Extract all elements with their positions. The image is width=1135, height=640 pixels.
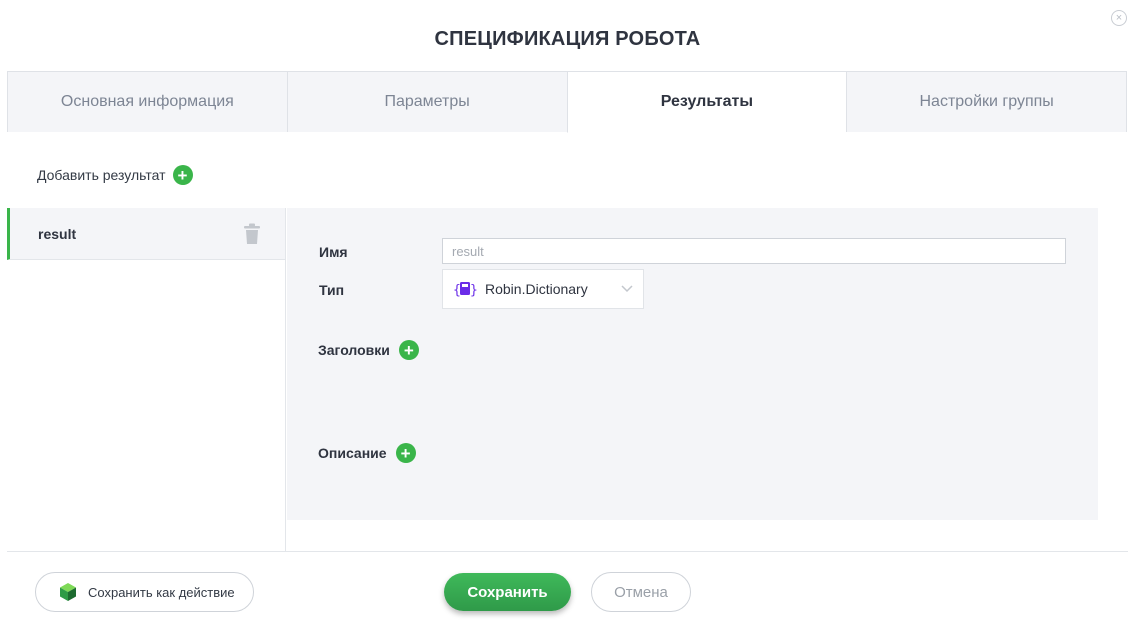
headers-label: Заголовки	[318, 342, 390, 358]
name-input[interactable]	[442, 238, 1066, 264]
plus-circle-icon[interactable]: +	[172, 165, 193, 185]
dictionary-icon: { }	[453, 282, 477, 298]
trash-icon[interactable]	[243, 223, 261, 245]
tab-bar: Основная информация Параметры Результаты…	[7, 71, 1127, 133]
svg-text:}: }	[470, 283, 477, 298]
headers-section: Заголовки +	[318, 340, 419, 360]
add-result-button[interactable]: Добавить результат +	[37, 165, 193, 185]
save-as-action-label: Сохранить как действие	[88, 584, 235, 600]
cancel-button[interactable]: Отмена	[591, 572, 691, 612]
result-detail-panel: Имя Тип { } Robin.Dictionary Заголовки +…	[287, 208, 1098, 520]
tab-group-settings[interactable]: Настройки группы	[846, 71, 1127, 132]
type-select[interactable]: { } Robin.Dictionary	[442, 269, 644, 309]
tab-parameters[interactable]: Параметры	[286, 71, 567, 132]
name-label: Имя	[319, 244, 348, 260]
close-icon[interactable]: ×	[1111, 10, 1127, 26]
results-list: result	[7, 208, 286, 551]
footer-divider	[7, 551, 1128, 552]
save-button[interactable]: Сохранить	[444, 573, 571, 611]
tab-main-info[interactable]: Основная информация	[7, 71, 287, 132]
add-result-label: Добавить результат	[37, 167, 166, 183]
save-as-action-button[interactable]: Сохранить как действие	[35, 572, 254, 612]
plus-circle-icon[interactable]: +	[395, 443, 416, 463]
result-item-label: result	[38, 225, 77, 242]
tab-results[interactable]: Результаты	[566, 71, 847, 133]
type-value: Robin.Dictionary	[485, 281, 588, 297]
chevron-down-icon	[621, 285, 633, 293]
dialog-title: СПЕЦИФИКАЦИЯ РОБОТА	[434, 28, 701, 50]
description-section: Описание +	[318, 443, 416, 463]
result-list-item[interactable]: result	[7, 208, 285, 260]
cube-icon	[60, 583, 76, 601]
description-label: Описание	[318, 445, 387, 461]
svg-text:{: {	[453, 283, 461, 298]
plus-circle-icon[interactable]: +	[398, 340, 419, 360]
type-label: Тип	[319, 282, 345, 298]
